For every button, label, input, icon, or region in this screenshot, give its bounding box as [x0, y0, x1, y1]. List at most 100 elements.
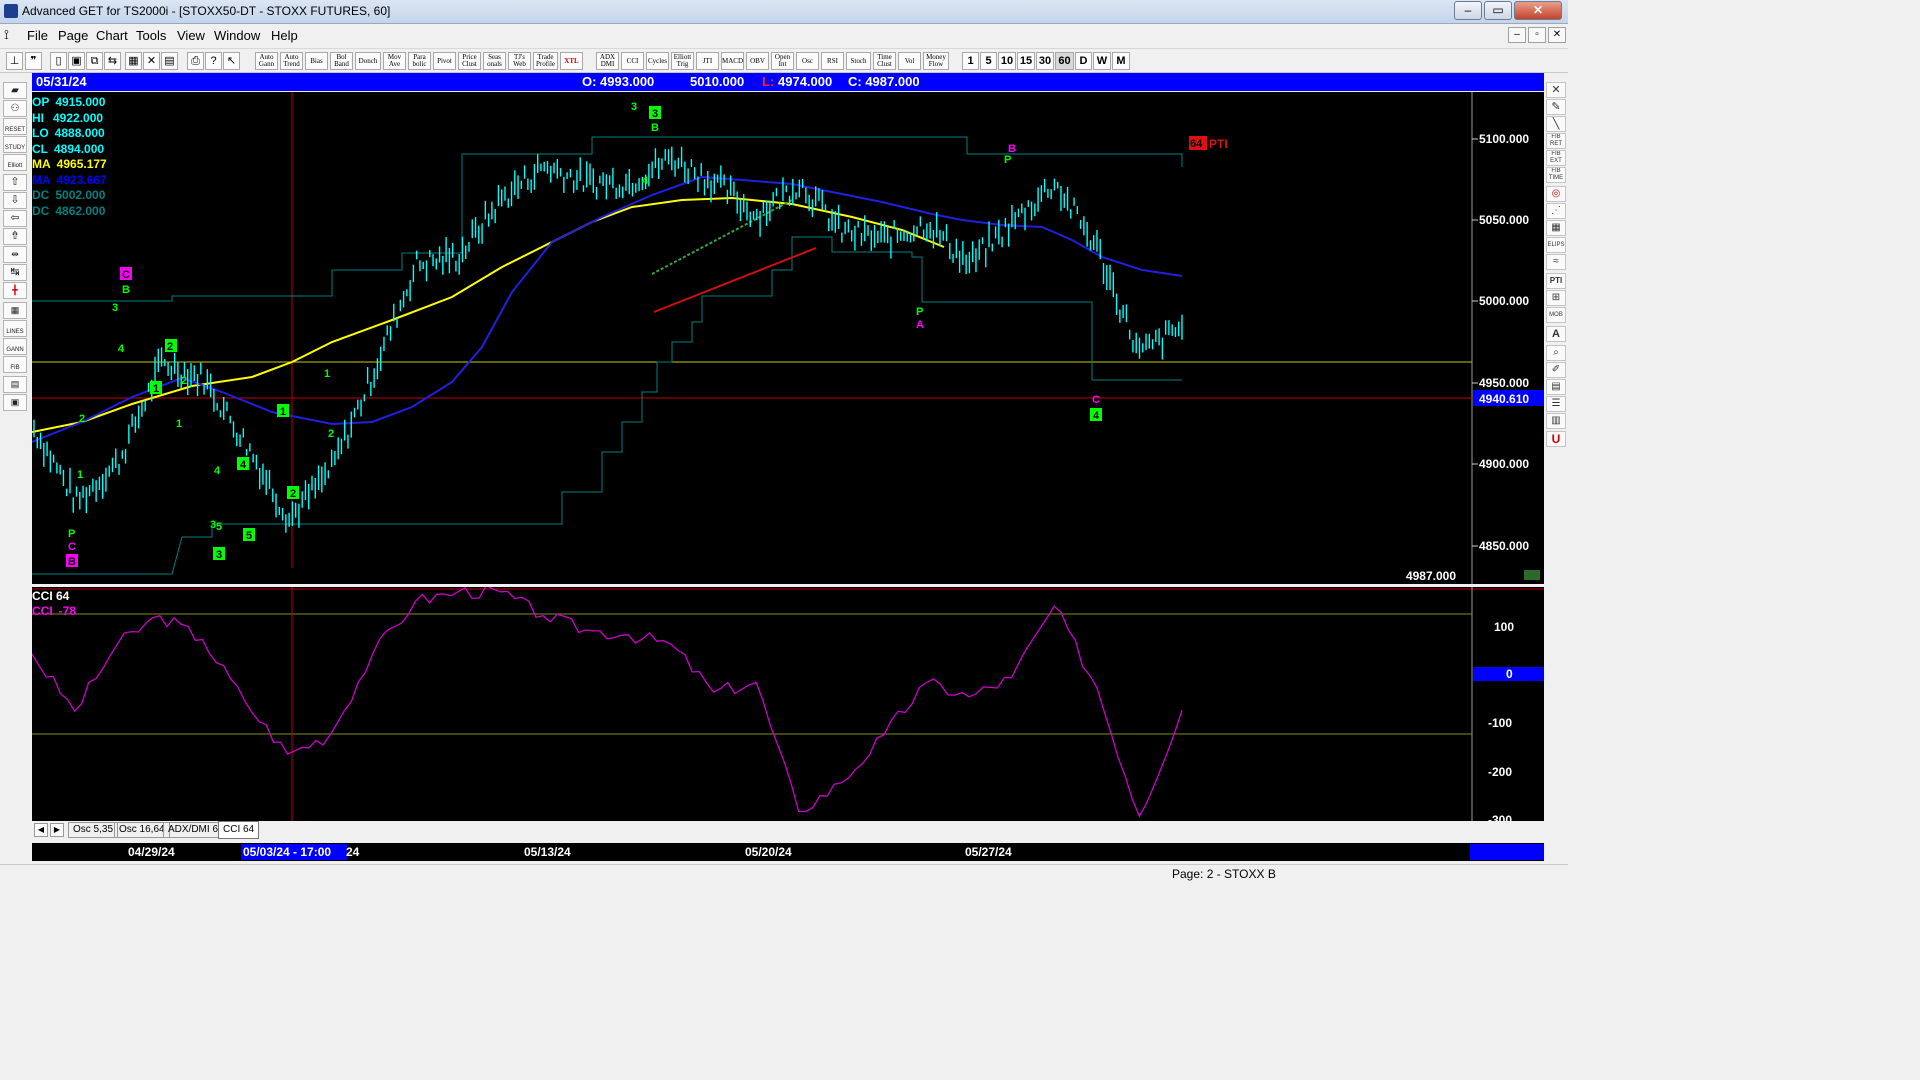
ind-cci[interactable]: CCI: [621, 52, 644, 70]
price-chart[interactable]: 5100.000 5050.000 5000.000 4950.000 4900…: [31, 92, 1544, 584]
grid-toggle-icon[interactable]: ▦: [3, 302, 27, 319]
study-auto-trend[interactable]: Auto Trend: [280, 52, 303, 70]
study-bol-band[interactable]: Bol Band: [330, 52, 353, 70]
tab-osc-16-64[interactable]: Osc 16,64: [114, 822, 170, 838]
wave-tool-icon[interactable]: ≈: [1546, 254, 1566, 270]
arrow-split-icon[interactable]: ⇮: [3, 228, 27, 245]
menu-help[interactable]: Help: [271, 28, 298, 43]
tf-d[interactable]: D: [1075, 52, 1092, 70]
elliott-button[interactable]: Elliott: [3, 154, 27, 171]
study-seasonals[interactable]: Seas onals: [483, 52, 506, 70]
ind-adx-dmi[interactable]: ADX DMI: [596, 52, 619, 70]
study-bias[interactable]: Bias: [305, 52, 328, 70]
crosshair-icon[interactable]: ╋: [3, 282, 27, 299]
reset-button[interactable]: RESET: [3, 118, 27, 135]
study-donch[interactable]: Donch: [355, 52, 381, 70]
fib-ret-button[interactable]: FIB RET: [1546, 133, 1566, 149]
close-button[interactable]: ✕: [1514, 1, 1562, 20]
mdi-close-button[interactable]: ✕: [1548, 27, 1566, 43]
mdi-minimize-button[interactable]: –: [1508, 27, 1526, 43]
cross-icon[interactable]: ✕: [143, 52, 160, 70]
study-pivot[interactable]: Pivot: [433, 52, 456, 70]
list-icon[interactable]: ☰: [1546, 396, 1566, 412]
layers-icon[interactable]: ▤: [3, 376, 27, 393]
study-price-clust[interactable]: Price Clust: [458, 52, 481, 70]
magnet-button[interactable]: U: [1546, 431, 1566, 447]
study-auto-gann[interactable]: Auto Gann: [255, 52, 278, 70]
tab-cci-64[interactable]: CCI 64: [218, 821, 260, 839]
pattern-icon[interactable]: ⚇: [3, 100, 27, 117]
copy-icon[interactable]: ⧉: [86, 52, 103, 70]
tf-m[interactable]: M: [1112, 52, 1130, 70]
ind-time-clust[interactable]: Time Clust: [873, 52, 896, 70]
fit-icon[interactable]: ↹: [3, 264, 27, 281]
pencil-icon[interactable]: ✎: [1546, 99, 1566, 115]
ind-elliott-trig[interactable]: Elliott Trig: [671, 52, 694, 70]
cci-chart-svg[interactable]: 0 100 -100 -200 -300 CCI 64 CCI -78: [31, 584, 1544, 827]
fib-ext-button[interactable]: FIB EXT: [1546, 150, 1566, 166]
zoom-icon[interactable]: ⌕: [1546, 345, 1566, 361]
line-tool-icon[interactable]: ╲: [1546, 116, 1566, 132]
arrow-down-icon[interactable]: ⇩: [3, 192, 27, 209]
menu-view[interactable]: View: [177, 28, 205, 43]
menu-page[interactable]: Page: [58, 28, 88, 43]
text-tool-button[interactable]: A: [1546, 326, 1566, 342]
screen-icon[interactable]: ▣: [3, 394, 27, 411]
channel-icon[interactable]: ▦: [1546, 220, 1566, 236]
ind-jti[interactable]: JTI: [696, 52, 719, 70]
ind-osc[interactable]: Osc: [796, 52, 819, 70]
minimize-button[interactable]: –: [1454, 1, 1482, 20]
pin-icon[interactable]: ⊥: [6, 52, 23, 70]
fib-time-button[interactable]: FIB TIME: [1546, 167, 1566, 183]
menu-chart[interactable]: Chart: [96, 28, 128, 43]
table-icon[interactable]: ▤: [1546, 379, 1566, 395]
tab-next-icon[interactable]: ▶: [50, 823, 64, 837]
tab-prev-icon[interactable]: ◀: [34, 823, 48, 837]
pti-button[interactable]: PTI: [1546, 273, 1566, 289]
ind-rsi[interactable]: RSI: [821, 52, 844, 70]
mob-button[interactable]: MOB: [1546, 307, 1566, 323]
study-mov-ave[interactable]: Mov Ave: [383, 52, 406, 70]
ind-obv[interactable]: OBV: [746, 52, 769, 70]
ind-vol[interactable]: Vol: [898, 52, 921, 70]
maximize-button[interactable]: ▭: [1484, 1, 1512, 20]
ind-stoch[interactable]: Stoch: [846, 52, 871, 70]
lines-button[interactable]: LINES: [3, 320, 27, 337]
gann-button[interactable]: GANN: [3, 338, 27, 355]
ellipse-button[interactable]: ELIPS: [1546, 237, 1566, 253]
folder-icon[interactable]: ▰: [3, 82, 27, 99]
study-button[interactable]: STUDY: [3, 136, 27, 153]
tf-30[interactable]: 30: [1036, 52, 1054, 70]
mdi-restore-button[interactable]: ▫: [1528, 27, 1546, 43]
tf-5[interactable]: 5: [980, 52, 997, 70]
cci-pane[interactable]: 0 100 -100 -200 -300 CCI 64 CCI -78: [31, 584, 1544, 827]
arrow-up-icon[interactable]: ⇧: [3, 174, 27, 191]
tab-osc-5-35[interactable]: Osc 5,35: [68, 822, 119, 838]
menu-tools[interactable]: Tools: [136, 28, 166, 43]
new-page-icon[interactable]: ▯: [50, 52, 67, 70]
ruler-icon[interactable]: ✐: [1546, 362, 1566, 378]
spiral-icon[interactable]: ◎: [1546, 186, 1566, 202]
open-icon[interactable]: ▣: [68, 52, 85, 70]
study-xtl[interactable]: XTL: [560, 52, 583, 70]
ind-open-int[interactable]: Open Int: [771, 52, 794, 70]
fib-button[interactable]: FIB: [3, 356, 27, 373]
layout-icon[interactable]: ▤: [161, 52, 178, 70]
print-icon[interactable]: ⎙: [187, 52, 204, 70]
tf-15[interactable]: 15: [1017, 52, 1035, 70]
gann-grid-icon[interactable]: ⊞: [1546, 290, 1566, 306]
price-chart-svg[interactable]: 5100.000 5050.000 5000.000 4950.000 4900…: [31, 92, 1544, 584]
study-parabolic[interactable]: Para bolic: [408, 52, 431, 70]
compress-icon[interactable]: ⇹: [3, 246, 27, 263]
ind-macd[interactable]: MACD: [721, 52, 744, 70]
study-tjs-web[interactable]: TJ's Web: [508, 52, 531, 70]
tf-10[interactable]: 10: [998, 52, 1016, 70]
grid-icon[interactable]: ▦: [125, 52, 142, 70]
tf-60[interactable]: 60: [1055, 52, 1074, 70]
menu-file[interactable]: File: [27, 28, 48, 43]
help-icon[interactable]: ?: [205, 52, 222, 70]
link-icon[interactable]: ⇆: [104, 52, 121, 70]
study-trade-profile[interactable]: Trade Profile: [533, 52, 558, 70]
context-help-icon[interactable]: ↖: [223, 52, 240, 70]
arrow-left-icon[interactable]: ⇦: [3, 210, 27, 227]
